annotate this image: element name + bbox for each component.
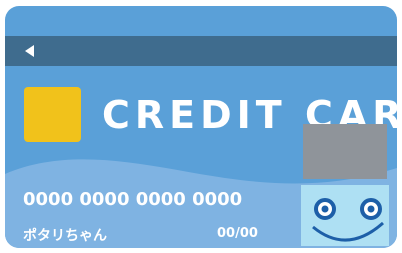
credit-card: CREDIT CARD 0000 0000 0000 0000 ポタリちゃん 0… (5, 6, 397, 248)
card-number: 0000 0000 0000 0000 (23, 189, 243, 210)
mascot-face-icon (301, 185, 389, 246)
card-holder-name: ポタリちゃん (23, 228, 107, 244)
card-expiry: 00/00 (217, 226, 258, 241)
signature-box (303, 124, 387, 179)
